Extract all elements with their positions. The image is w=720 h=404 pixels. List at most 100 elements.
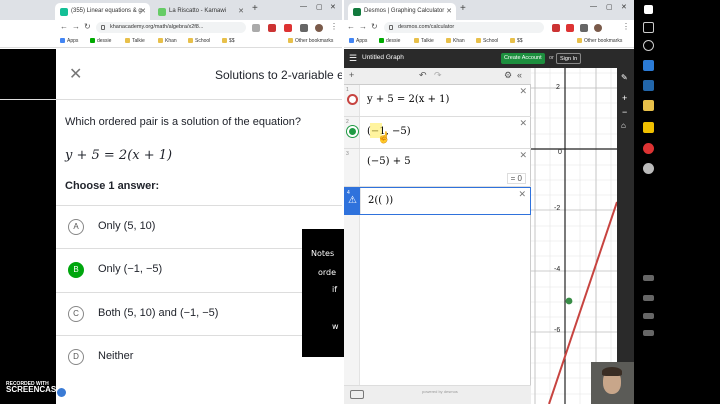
tray-icon[interactable] [643, 313, 654, 319]
star-icon[interactable] [252, 24, 260, 32]
collapse-icon[interactable]: « [517, 70, 522, 80]
bookmark-dessie[interactable]: dessie [90, 38, 111, 44]
folder-icon [158, 38, 163, 43]
zoom-in-icon[interactable]: + [622, 93, 627, 103]
expression-text[interactable]: y + 5 = 2(x + 1) [367, 94, 449, 105]
extension-icon[interactable] [300, 24, 308, 32]
cortana-icon[interactable] [643, 40, 654, 51]
close-icon[interactable]: ✕ [446, 7, 452, 15]
bookmark-talkie[interactable]: Talkie [125, 38, 145, 44]
delete-icon[interactable]: ✕ [519, 118, 527, 129]
bookmark-other[interactable]: Other bookmarks [288, 38, 333, 44]
lock-icon [389, 25, 393, 30]
graph-title[interactable]: Untitled Graph [362, 54, 404, 61]
bookmark-khan[interactable]: Khan [158, 38, 177, 44]
minimize-icon[interactable]: — [590, 3, 597, 10]
home-icon[interactable]: ⌂ [621, 121, 626, 130]
answer-option-a[interactable]: A Only (5, 10) [56, 205, 342, 248]
extension-icon[interactable] [566, 24, 574, 32]
bookmark-money[interactable]: $$ [222, 38, 235, 44]
zoom-out-icon[interactable]: − [622, 107, 627, 117]
bookmark-school[interactable]: School [188, 38, 210, 44]
keyboard-icon[interactable] [350, 390, 364, 399]
tray-icon[interactable] [643, 295, 654, 301]
extension-icon[interactable] [268, 24, 276, 32]
search-icon[interactable] [643, 22, 654, 33]
menu-icon[interactable]: ⋮ [330, 22, 338, 31]
expression-row-4[interactable]: 4 ⚠ 2(( )) ✕ [344, 187, 531, 215]
close-window-icon[interactable]: ✕ [621, 3, 627, 11]
watermark-line: MATIC [68, 390, 87, 396]
warning-icon[interactable]: ⚠ [348, 195, 357, 206]
reload-icon[interactable]: ↻ [371, 22, 378, 31]
new-tab-icon[interactable]: + [252, 3, 258, 14]
bookmark-talkie[interactable]: Talkie [414, 38, 434, 44]
minimize-icon[interactable]: — [300, 3, 307, 10]
extension-icon[interactable] [284, 24, 292, 32]
windows-start-icon[interactable] [644, 5, 653, 14]
chrome-icon[interactable] [643, 143, 654, 154]
delete-icon[interactable]: ✕ [518, 189, 526, 200]
tray-icon[interactable] [643, 330, 654, 336]
url-field[interactable]: khanacademy.org/math/algebra/x2f8... [96, 22, 246, 33]
edge-icon[interactable] [643, 60, 654, 71]
tray-icon[interactable] [643, 275, 654, 281]
close-icon[interactable]: ✕ [69, 64, 82, 84]
hamburger-menu-icon[interactable]: ☰ [349, 53, 357, 64]
bookmark-apps[interactable]: Apps [349, 38, 367, 44]
expression-row-2[interactable]: 2 (−1, −5) ☝ ✕ [344, 117, 531, 149]
profile-avatar[interactable] [594, 24, 602, 32]
bookmark-khan[interactable]: Khan [446, 38, 465, 44]
settings-icon[interactable] [643, 163, 654, 174]
redo-icon[interactable]: ↷ [434, 70, 442, 81]
maximize-icon[interactable]: ▢ [606, 3, 613, 11]
graph-point[interactable] [565, 297, 573, 305]
line-style-icon[interactable] [347, 94, 358, 105]
tab-desmos[interactable]: Desmos | Graphing Calculator ✕ [348, 3, 456, 20]
point-style-icon[interactable] [347, 126, 358, 137]
app-icon[interactable] [643, 80, 654, 91]
bookmark-school[interactable]: School [476, 38, 498, 44]
maximize-icon[interactable]: ▢ [316, 3, 323, 11]
graph-paper[interactable]: -2 0 2 -2 -4 -6 [531, 68, 617, 404]
reload-icon[interactable]: ↻ [84, 22, 91, 31]
sticky-notes-icon[interactable] [643, 122, 654, 133]
close-icon[interactable]: ✕ [140, 7, 146, 15]
profile-avatar[interactable] [315, 24, 323, 32]
apps-icon [349, 38, 354, 43]
extension-icon[interactable] [580, 24, 588, 32]
answer-option-c[interactable]: C Both (5, 10) and (−1, −5) [56, 292, 342, 335]
delete-icon[interactable]: ✕ [519, 86, 527, 97]
delete-icon[interactable]: ✕ [519, 150, 527, 161]
expression-row-3[interactable]: 3 (−5) + 5 = 0 ✕ [344, 149, 531, 187]
back-icon[interactable]: ← [60, 22, 68, 31]
file-explorer-icon[interactable] [643, 100, 654, 111]
answer-option-d[interactable]: D Neither [56, 335, 342, 378]
add-item-icon[interactable]: + [349, 70, 354, 80]
answer-option-b[interactable]: B Only (−1, −5) [56, 248, 342, 291]
bookmark-apps[interactable]: Apps [60, 38, 78, 44]
empty-expression-area[interactable] [344, 215, 531, 385]
expression-text[interactable]: 2(( )) [368, 195, 393, 206]
bookmark-dessie[interactable]: dessie [379, 38, 400, 44]
expression-text[interactable]: (−5) + 5 [367, 156, 411, 167]
undo-icon[interactable]: ↶ [419, 70, 427, 81]
bookmark-other[interactable]: Other bookmarks [577, 38, 622, 44]
settings-icon[interactable]: ⚙ [504, 70, 512, 81]
bookmark-money[interactable]: $$ [510, 38, 523, 44]
forward-icon[interactable]: → [72, 22, 80, 31]
expression-row-1[interactable]: 1 y + 5 = 2(x + 1) ✕ [344, 85, 531, 117]
url-field[interactable]: desmos.com/calculator [384, 22, 544, 33]
tab-khan[interactable]: (355) Linear equations & g ✕ [55, 3, 150, 20]
tab-riscatto[interactable]: La Riscatto - Karnawi ✕ [153, 3, 248, 20]
create-account-button[interactable]: Create Account [501, 53, 545, 64]
forward-icon[interactable]: → [359, 22, 367, 31]
back-icon[interactable]: ← [347, 22, 355, 31]
extension-icon[interactable] [552, 24, 560, 32]
close-icon[interactable]: ✕ [238, 7, 244, 15]
wrench-icon[interactable]: ✎ [621, 73, 628, 82]
sign-in-button[interactable]: Sign In [556, 53, 582, 64]
new-tab-icon[interactable]: + [460, 3, 466, 14]
close-window-icon[interactable]: ✕ [330, 3, 336, 11]
menu-icon[interactable]: ⋮ [622, 22, 630, 31]
